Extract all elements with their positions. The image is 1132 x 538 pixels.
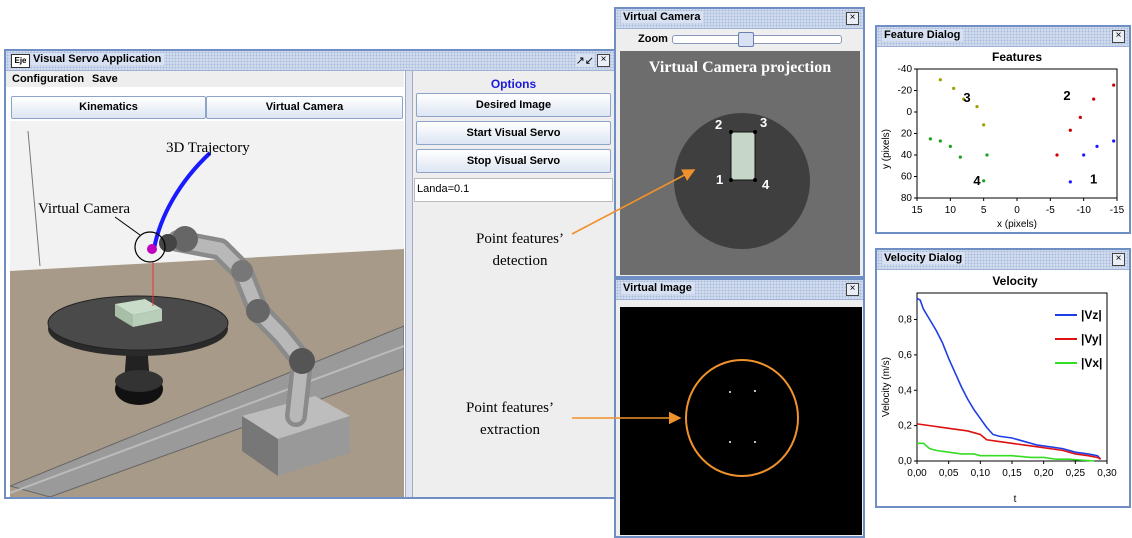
x-tick-label: 0 (1014, 205, 1020, 216)
y-tick-label: 0,2 (898, 421, 912, 432)
velocity-dialog-titlebar[interactable]: Velocity Dialog × (877, 250, 1129, 270)
annotation-extraction-line1: Point features’ (466, 400, 554, 416)
annotation-detection: Point features’ detection (455, 228, 585, 272)
legend-label: |Vy| (1081, 332, 1102, 346)
feature-chart-ylabel: y (pixels) (881, 129, 892, 169)
feature-point (948, 144, 952, 148)
feature-point (928, 137, 932, 141)
annotation-extraction-line2: extraction (480, 422, 540, 438)
x-tick-label: 10 (945, 205, 957, 216)
velocity-chart: Velocity t Velocity (m/s) 0,0 0,2 0,4 0,6 0,… (881, 274, 1117, 505)
y-tick-label: 60 (901, 172, 913, 183)
y-tick-label: 0 (906, 107, 912, 118)
feature-chart-xlabel: x (pixels) (997, 219, 1037, 230)
feature-point (952, 86, 956, 90)
y-tick-label: 0,0 (898, 456, 912, 467)
legend-label: |Vz| (1081, 308, 1102, 322)
y-tick-label: 20 (901, 129, 913, 140)
annotation-detection-line1: Point features’ (476, 231, 564, 247)
feature-dialog-title: Feature Dialog (882, 29, 964, 41)
velocity-chart-xlabel: t (1014, 494, 1017, 505)
feature-point (938, 78, 942, 82)
feature-point (1055, 153, 1059, 157)
velocity-plot-area (916, 292, 1108, 462)
feature-point (1095, 144, 1099, 148)
feature-point (1112, 83, 1116, 87)
x-tick-label: -5 (1046, 205, 1055, 216)
feature-point (982, 179, 986, 183)
y-tick-label: -40 (898, 64, 913, 75)
velocity-dialog-window: Velocity Dialog × Velocity t Velocity (m… (875, 248, 1131, 508)
x-tick-label: 0,25 (1066, 468, 1086, 479)
feature-point (982, 123, 986, 127)
feature-point (1092, 97, 1096, 101)
y-tick-label: 0,4 (898, 385, 912, 396)
feature-group-label: 4 (973, 173, 981, 188)
y-tick-label: 0,6 (898, 350, 912, 361)
y-tick-label: 0,8 (898, 315, 912, 326)
close-icon[interactable]: × (1112, 30, 1125, 43)
feature-point (1078, 115, 1082, 119)
feature-point (975, 105, 979, 109)
feature-group-label: 3 (963, 90, 970, 105)
detection-arrow (571, 169, 696, 235)
feature-point (958, 155, 962, 159)
feature-dialog-titlebar[interactable]: Feature Dialog × (877, 27, 1129, 47)
annotation-extraction: Point features’ extraction (445, 397, 575, 441)
feature-chart-title: Features (992, 50, 1042, 64)
feature-chart: Features x (pixels) y (pixels) -40-20020… (881, 50, 1125, 230)
feature-point (985, 153, 989, 157)
x-tick-label: 5 (981, 205, 987, 216)
feature-point (1082, 153, 1086, 157)
feature-point (1068, 180, 1072, 184)
x-tick-label: 0,05 (939, 468, 959, 479)
x-tick-label: -10 (1076, 205, 1091, 216)
feature-point (1112, 139, 1116, 143)
x-tick-label: 0,20 (1034, 468, 1054, 479)
feature-point (1068, 128, 1072, 132)
feature-group-label: 1 (1090, 172, 1097, 187)
feature-plot-area (916, 68, 1118, 199)
y-tick-label: -20 (898, 86, 913, 97)
feature-point (938, 139, 942, 143)
feature-dialog-window: Feature Dialog × Features x (pixels) y (… (875, 25, 1131, 234)
y-tick-label: 80 (901, 193, 913, 204)
x-tick-label: -15 (1110, 205, 1125, 216)
velocity-dialog-title: Velocity Dialog (882, 252, 966, 264)
x-tick-label: 0,15 (1002, 468, 1022, 479)
feature-group-label: 2 (1063, 88, 1070, 103)
x-tick-label: 15 (911, 205, 923, 216)
velocity-chart-title: Velocity (992, 274, 1038, 288)
x-tick-label: 0,10 (971, 468, 991, 479)
x-tick-label: 0,30 (1097, 468, 1117, 479)
velocity-chart-ylabel: Velocity (m/s) (881, 357, 892, 417)
legend-label: |Vx| (1081, 356, 1102, 370)
y-tick-label: 40 (901, 150, 913, 161)
annotation-detection-line2: detection (492, 253, 548, 269)
x-tick-label: 0,00 (907, 468, 927, 479)
close-icon[interactable]: × (1112, 253, 1125, 266)
